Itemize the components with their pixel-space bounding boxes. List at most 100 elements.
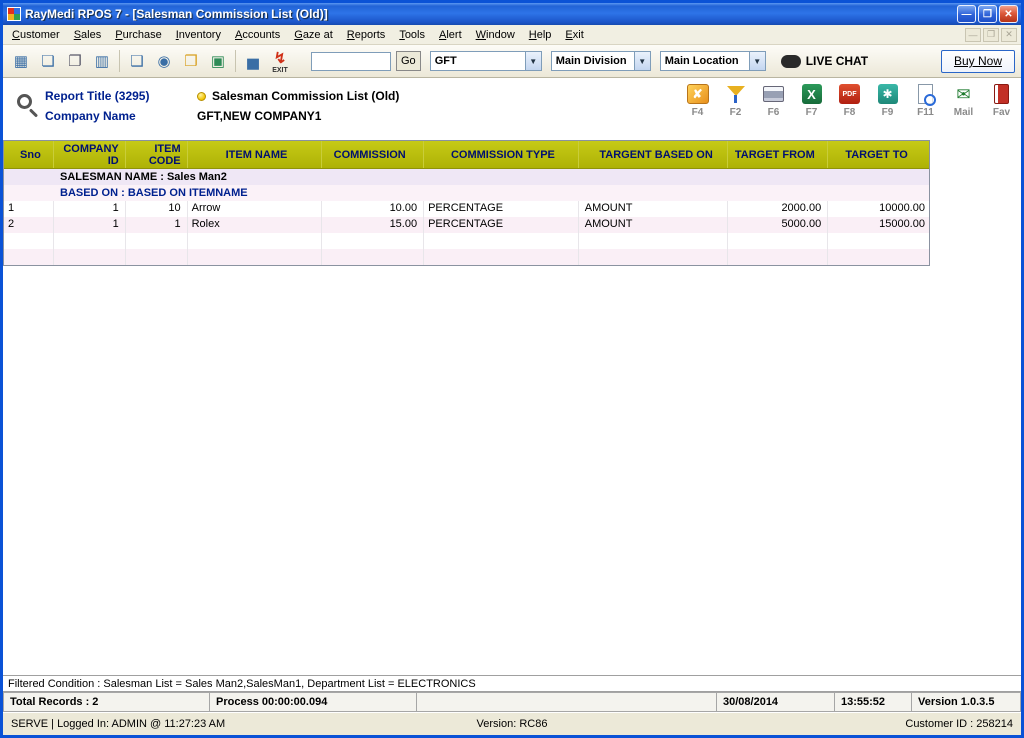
preview-icon (918, 84, 933, 104)
menu-bar: Customer Sales Purchase Inventory Accoun… (3, 25, 1021, 45)
filtered-condition-text: Filtered Condition : Salesman List = Sal… (8, 678, 476, 690)
preview-f11-button[interactable]: F11 (910, 83, 941, 118)
cell-commission: 10.00 (322, 201, 424, 217)
table-row[interactable]: 2 1 1 Rolex 15.00 PERCENTAGE AMOUNT 5000… (4, 217, 929, 233)
menu-sales[interactable]: Sales (67, 27, 109, 43)
company-name-value: GFT,NEW COMPANY1 (197, 109, 321, 123)
excel-icon: X (802, 84, 822, 104)
folder-icon[interactable]: ❒ (179, 48, 203, 74)
filter-f2-button[interactable]: F2 (720, 83, 751, 118)
settings-icon: ✘ (687, 84, 709, 104)
close-button[interactable]: ✕ (999, 5, 1018, 23)
window-title: RayMedi RPOS 7 - [Salesman Commission Li… (25, 7, 955, 21)
status-date: 30/08/2014 (717, 692, 835, 712)
header-item-code[interactable]: ITEM CODE (126, 141, 188, 168)
cell-company-id: 1 (54, 217, 126, 233)
menu-tools[interactable]: Tools (392, 27, 432, 43)
maximize-button[interactable]: ❐ (978, 5, 997, 23)
print-f6-button[interactable]: F6 (758, 83, 789, 118)
printer-icon (763, 86, 784, 102)
division-select[interactable]: Main Division ▼ (551, 51, 651, 71)
cell-company-id: 1 (54, 201, 126, 217)
buy-now-button[interactable]: Buy Now (941, 50, 1015, 73)
header-target-from[interactable]: TARGET FROM (728, 141, 828, 168)
cell-sno: 2 (4, 217, 54, 233)
search-document-icon[interactable]: ◉ (152, 48, 176, 74)
process-time: Process 00:00:00.094 (210, 692, 417, 712)
commission-table: Sno COMPANY ID ITEM CODE ITEM NAME COMMI… (3, 140, 930, 266)
menu-customer[interactable]: Customer (5, 27, 67, 43)
report-grid-icon[interactable]: ▦ (9, 48, 33, 74)
menu-exit[interactable]: Exit (558, 27, 590, 43)
invoice-icon[interactable]: ❑ (125, 48, 149, 74)
header-target-based-on[interactable]: TARGENT BASED ON (579, 141, 729, 168)
menu-gaze-at[interactable]: Gaze at (287, 27, 340, 43)
save-icon[interactable]: ❏ (36, 48, 60, 74)
menu-accounts[interactable]: Accounts (228, 27, 287, 43)
report-content: Report Title (3295) Salesman Commission … (3, 78, 1021, 675)
header-item-name[interactable]: ITEM NAME (188, 141, 323, 168)
printer-icon[interactable]: ❐ (63, 48, 87, 74)
status-center: Version: RC86 (3, 718, 1021, 730)
favorites-button[interactable]: Fav (986, 83, 1017, 118)
chart-icon[interactable]: ▅ (241, 48, 265, 74)
cell-target-based-on: AMOUNT (579, 217, 729, 233)
go-button[interactable]: Go (396, 51, 421, 71)
status-time: 13:55:52 (835, 692, 912, 712)
exit-icon[interactable]: ↯ EXIT (268, 48, 292, 74)
cell-commission-type: PERCENTAGE (424, 217, 579, 233)
settings-f4-button[interactable]: ✘ F4 (682, 83, 713, 118)
function-button-bar: ✘ F4 F2 F6 X F7 PDF F8 (682, 83, 1017, 118)
menu-purchase[interactable]: Purchase (108, 27, 168, 43)
mdi-minimize-button[interactable]: — (965, 28, 981, 42)
cell-commission: 15.00 (322, 217, 424, 233)
photo-icon[interactable]: ▣ (206, 48, 230, 74)
company-select[interactable]: GFT ▼ (430, 51, 542, 71)
cell-commission-type: PERCENTAGE (424, 201, 579, 217)
favorite-book-icon (994, 84, 1009, 104)
barcode-icon[interactable]: ▥ (90, 48, 114, 74)
mdi-close-button[interactable]: ✕ (1001, 28, 1017, 42)
header-commission-type[interactable]: COMMISSION TYPE (424, 141, 579, 168)
export-f9-button[interactable]: ✱ F9 (872, 83, 903, 118)
menu-help[interactable]: Help (522, 27, 559, 43)
report-header: Report Title (3295) Salesman Commission … (3, 78, 1021, 140)
chevron-down-icon: ▼ (525, 52, 541, 70)
mdi-window-controls: — ❐ ✕ (965, 28, 1021, 42)
menu-reports[interactable]: Reports (340, 27, 393, 43)
excel-export-f7-button[interactable]: X F7 (796, 83, 827, 118)
cell-target-to: 15000.00 (828, 217, 929, 233)
cell-target-from: 2000.00 (728, 201, 828, 217)
menu-alert[interactable]: Alert (432, 27, 469, 43)
table-row[interactable]: 1 1 10 Arrow 10.00 PERCENTAGE AMOUNT 200… (4, 201, 929, 217)
title-bar: RayMedi RPOS 7 - [Salesman Commission Li… (3, 3, 1021, 25)
header-target-to[interactable]: TARGET TO (828, 141, 929, 168)
cell-target-based-on: AMOUNT (579, 201, 729, 217)
menu-window[interactable]: Window (469, 27, 522, 43)
total-records: Total Records : 2 (3, 692, 210, 712)
empty-row (4, 249, 929, 265)
app-window: RayMedi RPOS 7 - [Salesman Commission Li… (0, 0, 1024, 738)
minimize-button[interactable]: — (957, 5, 976, 23)
chevron-down-icon: ▼ (749, 52, 765, 70)
report-title-value: Salesman Commission List (Old) (212, 89, 399, 103)
mdi-restore-button[interactable]: ❐ (983, 28, 999, 42)
mail-button[interactable]: ✉ Mail (948, 83, 979, 118)
cell-item-code: 10 (126, 201, 188, 217)
quick-search-input[interactable] (311, 52, 391, 71)
cell-item-code: 1 (126, 217, 188, 233)
pdf-export-f8-button[interactable]: PDF F8 (834, 83, 865, 118)
cell-item-name: Arrow (188, 201, 323, 217)
cell-target-to: 10000.00 (828, 201, 929, 217)
group-row-based-on: BASED ON : BASED ON ITEMNAME (4, 185, 929, 201)
toolbar-separator (235, 50, 236, 72)
cell-target-from: 5000.00 (728, 217, 828, 233)
bottom-status-bar: Version: RC86 SERVE | Logged In: ADMIN @… (3, 712, 1021, 735)
location-select[interactable]: Main Location ▼ (660, 51, 766, 71)
live-chat-button[interactable]: LIVE CHAT (781, 54, 868, 68)
menu-inventory[interactable]: Inventory (169, 27, 228, 43)
header-company-id[interactable]: COMPANY ID (54, 141, 126, 168)
header-sno[interactable]: Sno (4, 141, 54, 168)
header-commission[interactable]: COMMISSION (322, 141, 424, 168)
group-row-salesman: SALESMAN NAME : Sales Man2 (4, 169, 929, 185)
